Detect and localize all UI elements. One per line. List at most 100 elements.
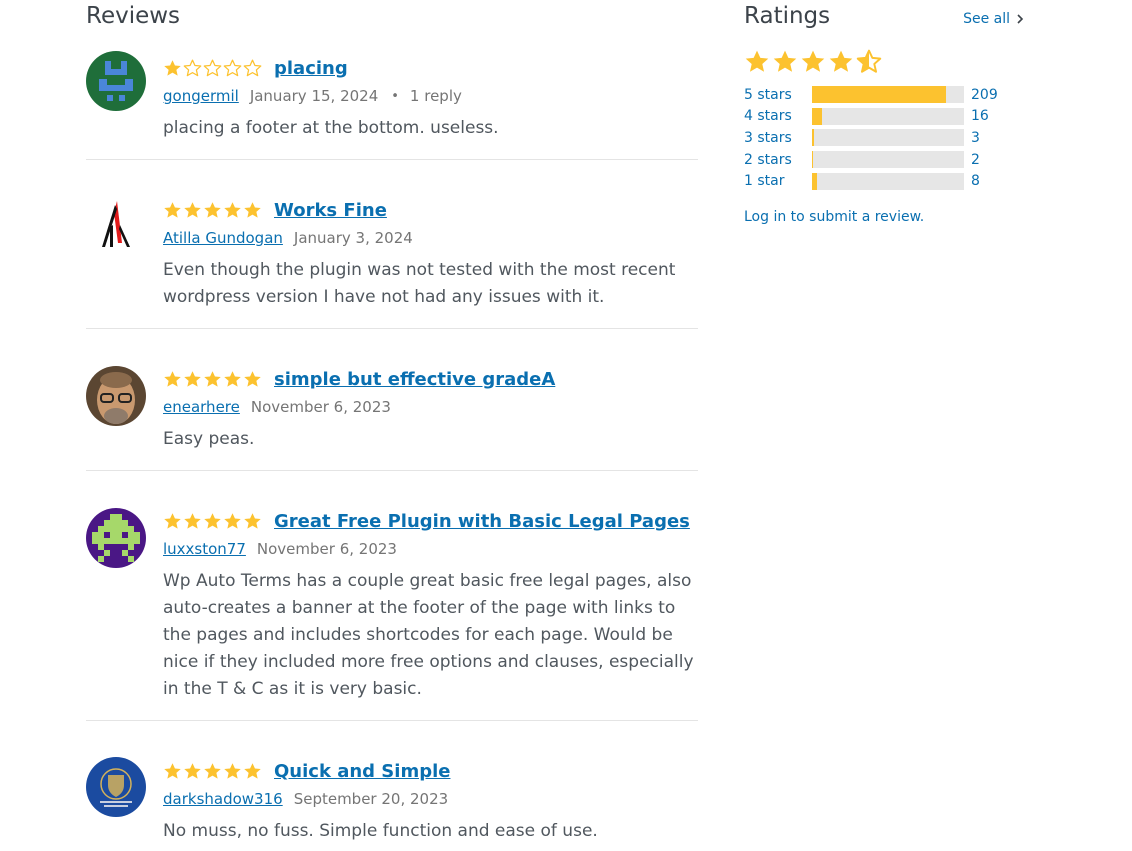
star-filled-icon <box>773 50 797 72</box>
avatar[interactable] <box>86 51 146 111</box>
star-filled-icon <box>244 370 261 387</box>
star-filled-icon <box>204 762 221 779</box>
review-item: simple but effective gradeA enearhere No… <box>86 329 698 471</box>
review-author-link[interactable]: gongermil <box>163 87 239 105</box>
star-filled-icon <box>164 201 181 218</box>
review-author-link[interactable]: Atilla Gundogan <box>163 229 283 247</box>
rating-bar-track <box>812 151 964 169</box>
star-filled-icon <box>224 762 241 779</box>
rating-bar-2[interactable]: 2 stars 2 <box>744 149 1024 171</box>
review-title-link[interactable]: simple but effective gradeA <box>274 369 555 390</box>
review-author-link[interactable]: enearhere <box>163 398 240 416</box>
rating-bar-fill <box>812 107 823 125</box>
star-rating <box>163 59 262 78</box>
review-text: Even though the plugin was not tested wi… <box>163 260 676 307</box>
review-title-link[interactable]: Quick and Simple <box>274 761 450 782</box>
review-date: November 6, 2023 <box>256 540 397 558</box>
star-filled-icon <box>184 370 201 387</box>
rating-bar-count: 3 <box>971 129 980 146</box>
star-filled-icon <box>164 59 181 76</box>
star-filled-icon <box>164 512 181 529</box>
star-filled-icon <box>745 50 769 72</box>
rating-bar-fill <box>812 172 818 190</box>
star-filled-icon <box>224 370 241 387</box>
rating-bar-track <box>812 86 964 104</box>
chevron-right-icon <box>1017 14 1024 24</box>
rating-bar-count: 16 <box>971 108 989 125</box>
rating-bar-label: 3 stars <box>744 129 792 146</box>
review-date: January 3, 2024 <box>293 229 413 247</box>
star-rating <box>163 512 262 531</box>
star-rating <box>163 762 262 781</box>
reviews-heading: Reviews <box>86 3 181 29</box>
rating-bar-label: 4 stars <box>744 108 792 125</box>
review-text: Wp Auto Terms has a couple great basic f… <box>163 571 694 699</box>
rating-bar-count: 8 <box>971 173 980 190</box>
star-half-icon <box>856 49 882 73</box>
star-filled-icon <box>244 201 261 218</box>
review-title-link[interactable]: Works Fine <box>274 200 387 221</box>
review-text: No muss, no fuss. Simple function and ea… <box>163 821 598 841</box>
star-filled-icon <box>164 762 181 779</box>
rating-bar-4[interactable]: 4 stars 16 <box>744 106 1024 128</box>
star-filled-icon <box>244 762 261 779</box>
rating-bar-1[interactable]: 1 star 8 <box>744 170 1024 192</box>
star-empty-icon <box>203 59 222 76</box>
rating-bar-3[interactable]: 3 stars 3 <box>744 127 1024 149</box>
rating-bar-track <box>812 129 964 147</box>
star-filled-icon <box>204 201 221 218</box>
review-item: Great Free Plugin with Basic Legal Pages… <box>86 471 698 721</box>
star-filled-icon <box>204 370 221 387</box>
star-filled-icon <box>244 512 261 529</box>
reviews-section: Reviews placing gongermil January 15, 20… <box>86 0 698 851</box>
rating-bar-fill <box>812 151 814 169</box>
see-all-label: See all <box>963 11 1010 27</box>
star-filled-icon <box>224 512 241 529</box>
star-empty-icon <box>243 59 262 76</box>
star-empty-icon <box>223 59 242 76</box>
reply-count[interactable]: 1 reply <box>410 87 462 105</box>
review-date: September 20, 2023 <box>293 790 449 808</box>
star-rating <box>163 201 262 220</box>
review-text: Easy peas. <box>163 429 255 449</box>
review-title-link[interactable]: placing <box>274 58 348 79</box>
average-star-rating <box>744 49 1024 75</box>
star-filled-icon <box>184 762 201 779</box>
avatar[interactable] <box>86 757 146 817</box>
review-title-link[interactable]: Great Free Plugin with Basic Legal Pages <box>274 511 690 532</box>
star-filled-icon <box>829 50 853 72</box>
login-to-review-link[interactable]: Log in to submit a review. <box>744 209 924 225</box>
rating-bar-label: 1 star <box>744 173 785 190</box>
rating-bar-count: 209 <box>971 86 998 103</box>
meta-separator: • <box>391 88 399 104</box>
rating-bar-count: 2 <box>971 151 980 168</box>
rating-bar-label: 2 stars <box>744 151 792 168</box>
star-filled-icon <box>801 50 825 72</box>
rating-bar-label: 5 stars <box>744 86 792 103</box>
ratings-heading: Ratings <box>744 3 831 29</box>
rating-bar-fill <box>812 129 814 147</box>
rating-bar-track <box>812 107 964 125</box>
review-author-link[interactable]: luxxston77 <box>163 540 246 558</box>
star-filled-icon <box>224 201 241 218</box>
ratings-section: Ratings See all 5 stars 209 4 stars 16 3… <box>744 0 1024 225</box>
review-date: November 6, 2023 <box>250 398 391 416</box>
review-item: Quick and Simple darkshadow316 September… <box>86 721 698 851</box>
star-filled-icon <box>204 512 221 529</box>
avatar[interactable] <box>86 508 146 568</box>
avatar[interactable] <box>86 195 146 255</box>
star-filled-icon <box>184 512 201 529</box>
rating-distribution: 5 stars 209 4 stars 16 3 stars 3 2 stars… <box>744 84 1024 192</box>
review-item: Works Fine Atilla Gundogan January 3, 20… <box>86 160 698 329</box>
review-item: placing gongermil January 15, 2024 • 1 r… <box>86 36 698 160</box>
review-author-link[interactable]: darkshadow316 <box>163 790 283 808</box>
star-filled-icon <box>164 370 181 387</box>
review-text: placing a footer at the bottom. useless. <box>163 118 499 138</box>
rating-bar-track <box>812 172 964 190</box>
star-rating <box>163 370 262 389</box>
rating-bar-5[interactable]: 5 stars 209 <box>744 84 1024 106</box>
avatar[interactable] <box>86 366 146 426</box>
star-empty-icon <box>183 59 202 76</box>
see-all-link[interactable]: See all <box>963 11 1024 27</box>
star-filled-icon <box>184 201 201 218</box>
